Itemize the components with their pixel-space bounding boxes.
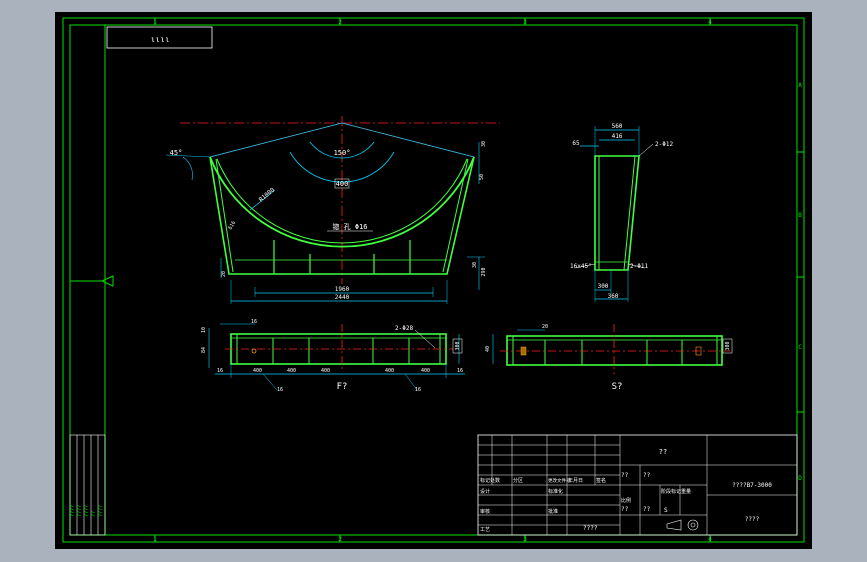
zone-col-2: 2 <box>338 19 342 26</box>
tb-row-label-3: 审核 <box>480 508 490 515</box>
angle-label: 150° <box>334 149 351 157</box>
view-s: 20 40 300 S? <box>485 324 733 392</box>
main-view: 150° 400 R1000 δ16 锪 孔 Φ16 45° 30 50 30 … <box>165 116 500 304</box>
tb-company: ???? <box>745 516 760 523</box>
tb-q2: ?? <box>643 472 651 479</box>
tb-sheet-s: S <box>664 507 668 514</box>
f-under-left: 16 <box>277 387 283 393</box>
tb-weight-label: 重量 <box>681 488 691 495</box>
chamfer-label: 45° <box>170 149 183 157</box>
side-bottom-inner: 300 <box>598 283 609 290</box>
dim-height-small: 20 <box>221 271 227 277</box>
zone-col-3-bottom: 3 <box>523 536 527 543</box>
strip-label-3: ???? <box>84 505 90 517</box>
tb-row-label-4: 工艺 <box>480 527 490 533</box>
f-bottom-dim-5: 400 <box>385 368 394 374</box>
f-bottom-dim-7: 16 <box>457 368 463 374</box>
dim-right-small: 30 <box>481 141 487 147</box>
tb-std-label: 标准化 <box>548 488 563 495</box>
drawing-sheet: 1 2 3 4 1 2 3 4 A B C D ιιιι ???? ???? ?… <box>55 12 812 549</box>
f-bottom-dim-6: 400 <box>421 368 430 374</box>
inner-border <box>69 24 798 536</box>
f-under-right: 16 <box>415 387 421 393</box>
thickness-label: δ16 <box>228 220 238 231</box>
f-dim-top-small: 16 <box>251 319 257 325</box>
code-box-text: ιιιι <box>150 35 169 44</box>
s-dim-left: 40 <box>485 346 491 352</box>
cad-window: 1 2 3 4 1 2 3 4 A B C D ιιιι ???? ???? ?… <box>0 0 867 562</box>
zone-col-1: 1 <box>153 19 157 26</box>
tb-row-label-2: 设计 <box>480 488 490 495</box>
f-dim-left2: 84 <box>201 347 207 353</box>
dim-right-30: 30 <box>472 262 478 268</box>
title-block: ?? ????B7-3000 ???? 标记处数 设计 审核 工艺 分区 更改文… <box>477 434 798 536</box>
drawing-canvas: 1 2 3 4 1 2 3 4 A B C D ιιιι ???? ???? ?… <box>62 17 805 543</box>
projection-symbol-icon <box>666 519 699 531</box>
tb-col-label-3: 签名 <box>596 477 606 484</box>
f-dim-right: 300 <box>455 341 461 350</box>
tb-col-label-1: 分区 <box>513 477 523 484</box>
strip-label-4: ?? <box>91 511 97 517</box>
dim-right-small2: 50 <box>479 174 485 180</box>
strip-label-5: ???? <box>98 505 104 517</box>
f-bottom-dim-2: 400 <box>253 368 262 374</box>
zone-col-3: 3 <box>523 19 527 26</box>
dim-height: 290 <box>481 267 487 276</box>
side-hole-note: 2-Φ11 <box>630 263 648 270</box>
zone-col-4: 4 <box>708 19 712 26</box>
tb-row-label-1: 标记处数 <box>480 477 500 484</box>
radius-label: R1000 <box>258 186 277 203</box>
tb-name-cell: ?? <box>659 448 667 456</box>
f-dim-left: 10 <box>201 327 207 333</box>
side-slot-label: 2-Φ12 <box>655 141 673 148</box>
f-dim-hole: 2-Φ28 <box>395 325 413 332</box>
zone-row-b: B <box>798 212 802 219</box>
s-dim-right: 300 <box>725 341 731 350</box>
zone-col-1-bottom: 1 <box>153 536 157 543</box>
side-top-width: 560 <box>612 123 623 130</box>
tb-col-label-4: 年月日 <box>568 477 583 484</box>
strip-label-1: ???? <box>70 505 76 517</box>
tb-drawing-no: ????B7-3000 <box>732 482 772 489</box>
dim-outer: 2440 <box>335 294 350 301</box>
side-top-left: 65 <box>572 140 580 147</box>
side-view: 560 416 65 2-Φ12 16x45° 2-Φ11 300 360 <box>570 123 673 302</box>
centering-mark <box>100 275 114 287</box>
center-mark-label: 400 <box>336 180 349 188</box>
view-f-caption: F? <box>337 382 348 392</box>
view-f: 16 2-Φ28 10 84 300 16 400 400 400 400 40… <box>201 319 465 393</box>
zone-col-2-bottom: 2 <box>338 536 342 543</box>
zone-row-d: D <box>798 475 802 482</box>
tb-extra: ???? <box>583 525 598 532</box>
view-s-caption: S? <box>612 382 623 392</box>
tb-q3: ?? <box>621 506 629 513</box>
side-bottom-outer: 360 <box>608 293 619 300</box>
left-strip-table: ???? ???? ???? ?? ???? <box>69 434 106 536</box>
tb-stage-label: 阶段标记 <box>661 488 681 495</box>
side-top-inner: 416 <box>612 133 623 140</box>
tb-scale-label: 比例 <box>621 497 631 504</box>
strip-label-2: ???? <box>77 505 83 517</box>
f-bottom-dim-1: 16 <box>217 368 223 374</box>
f-bottom-dim-3: 400 <box>287 368 296 374</box>
tb-approve-label: 批准 <box>548 508 558 515</box>
zone-col-4-bottom: 4 <box>708 536 712 543</box>
tb-q1: ?? <box>621 472 629 479</box>
dim-inner: 1960 <box>335 286 350 293</box>
hole-note: 锪 孔 Φ16 <box>332 222 367 231</box>
f-bottom-dim-4: 400 <box>321 368 330 374</box>
outer-border <box>62 17 805 543</box>
s-dim-top: 20 <box>542 324 548 330</box>
side-chamfer-note: 16x45° <box>570 263 592 270</box>
zone-row-c: C <box>798 344 802 351</box>
tb-q4: ?? <box>643 506 651 513</box>
zone-row-a: A <box>798 82 802 89</box>
